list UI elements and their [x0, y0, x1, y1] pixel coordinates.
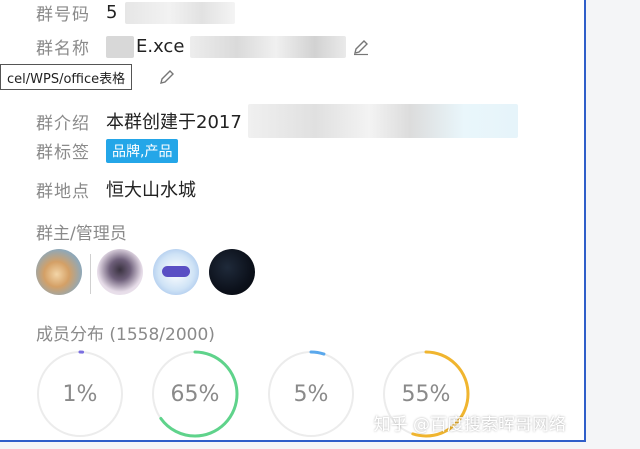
- avatar[interactable]: [209, 249, 255, 295]
- name-tooltip: cel/WPS/office表格: [0, 64, 133, 90]
- group-tags-label: 群标签: [36, 143, 90, 163]
- avatar[interactable]: [36, 249, 82, 295]
- avatar-divider: [90, 254, 91, 294]
- member-stat-label: 1%: [62, 381, 98, 407]
- group-location-label: 群地点: [36, 181, 90, 202]
- group-intro-row: 群介绍 本群创建于2017: [36, 104, 518, 138]
- member-stat-ring: 1%: [36, 350, 124, 438]
- group-intro-label: 群介绍: [36, 113, 90, 134]
- member-stat-label: 5%: [293, 381, 329, 407]
- members-title: 成员分布 (1558/2000): [36, 325, 215, 345]
- robot-face-icon: [162, 266, 190, 277]
- group-location-value: 恒大山水城: [106, 180, 196, 201]
- redacted-blur: [106, 35, 134, 58]
- redacted-blur: [190, 35, 347, 58]
- group-intro-value: 本群创建于2017: [106, 112, 242, 133]
- group-name-label: 群名称: [36, 39, 90, 59]
- edit-pencil-icon[interactable]: [352, 38, 370, 56]
- group-tags-row: 群标签 品牌,产品: [36, 138, 179, 163]
- redacted-blur: [247, 104, 518, 138]
- watermark-text: 知乎 @百度搜索晖哥网络: [373, 415, 566, 435]
- group-tag[interactable]: 品牌,产品: [106, 138, 179, 163]
- member-stat-ring: 65%: [151, 350, 239, 438]
- group-name-row: 群名称 E.xce: [36, 34, 370, 59]
- group-info-panel: 群号码 5 群名称 E.xce cel/WPS/office表格 群介绍 本群创…: [0, 0, 586, 442]
- avatar[interactable]: [97, 249, 143, 295]
- group-number-row: 群号码 5: [36, 0, 236, 25]
- redacted-blur: [125, 1, 236, 24]
- avatar[interactable]: [153, 249, 199, 295]
- group-name-value: E.xce: [136, 36, 185, 57]
- group-number-label: 群号码: [36, 5, 90, 25]
- member-stat-ring: 5%: [267, 350, 355, 438]
- edit-pencil-icon[interactable]: [158, 68, 176, 86]
- member-stat-label: 65%: [170, 381, 220, 407]
- group-location-row: 群地点 恒大山水城: [36, 176, 196, 202]
- group-number-value: 5: [106, 2, 118, 23]
- admins-title: 群主/管理员: [36, 224, 127, 244]
